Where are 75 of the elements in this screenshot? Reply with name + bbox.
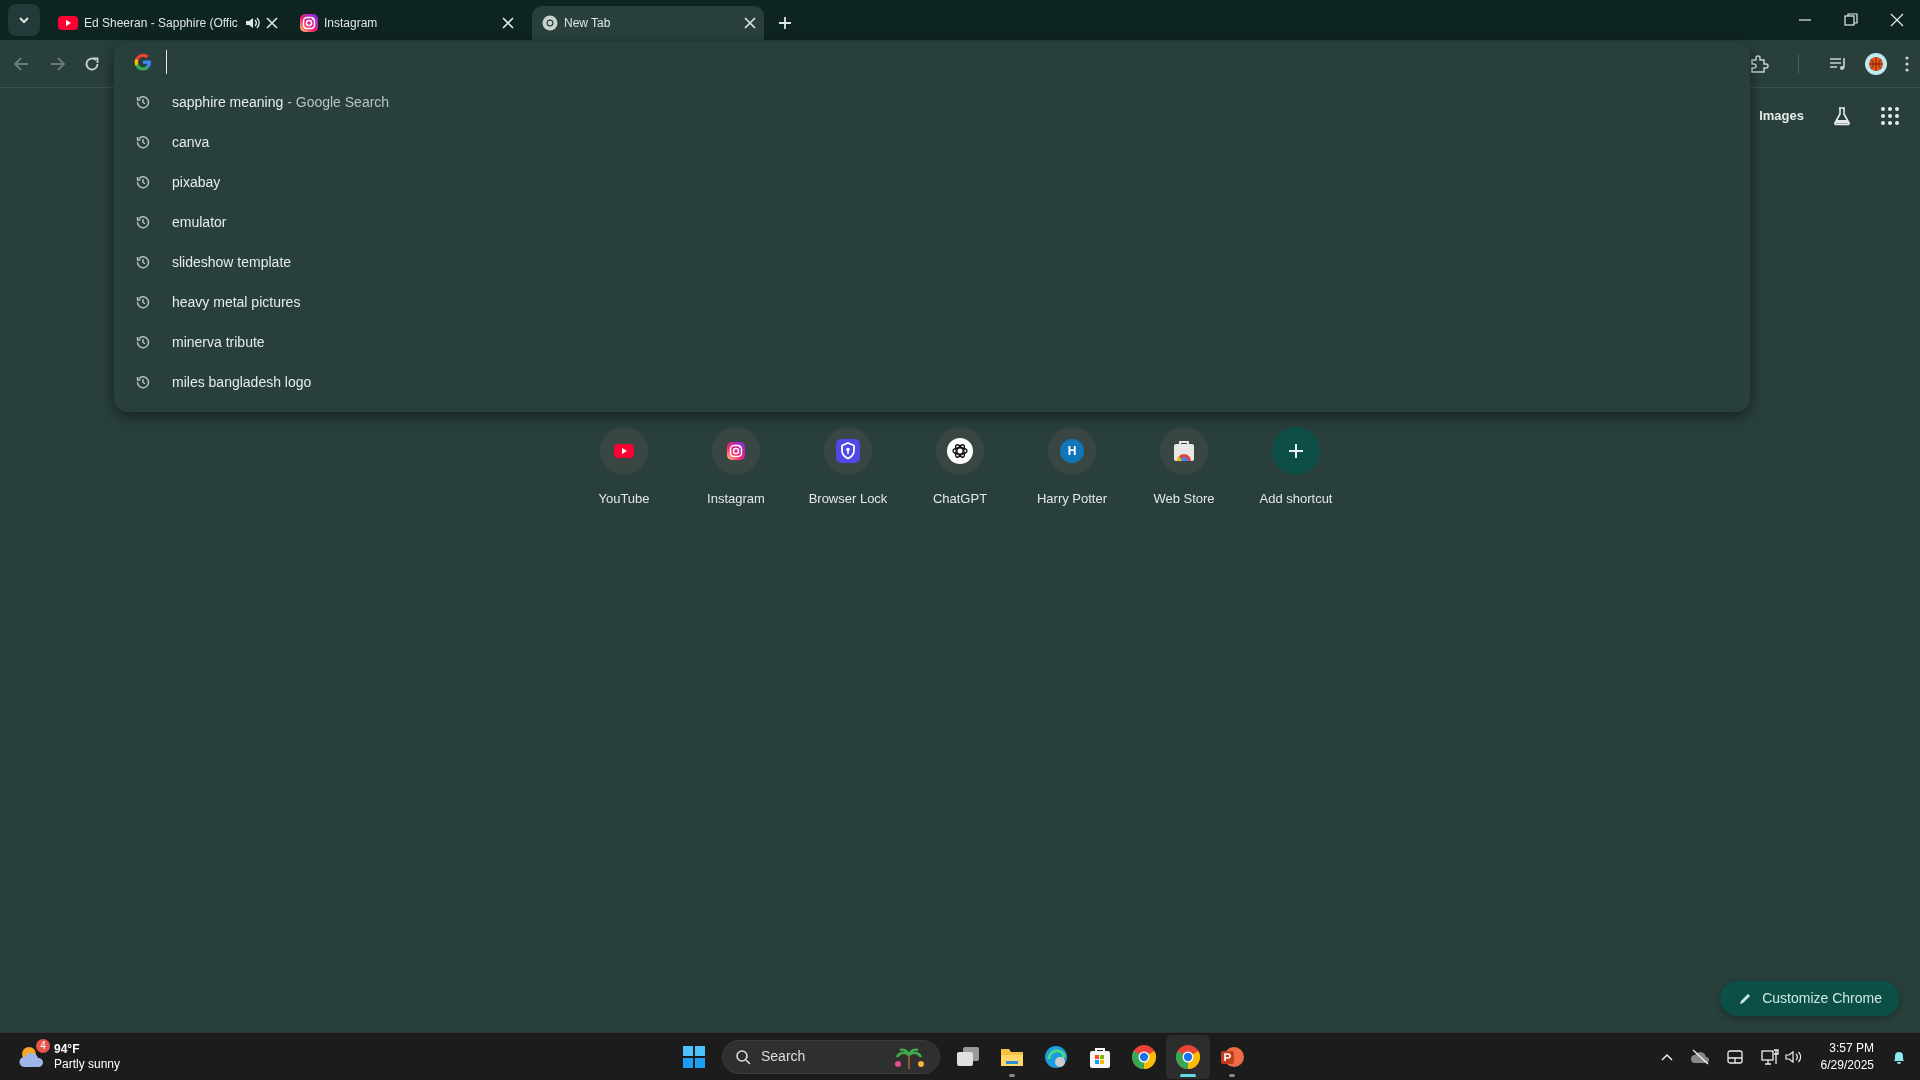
restore-icon[interactable] [1843,12,1859,28]
plus-icon [778,16,792,30]
history-icon [136,255,150,269]
suggestion-text[interactable]: minerva tribute [172,331,265,353]
cloud-off-icon[interactable] [1690,1048,1709,1065]
close-icon[interactable] [744,17,756,29]
history-icon [136,215,150,229]
close-icon[interactable] [265,17,278,29]
history-icon [136,135,150,149]
running-indicator [1180,1073,1196,1077]
camera-icon [727,442,745,460]
weather-condition-text: Partly sunny [54,1056,121,1072]
tab-search-button[interactable] [8,4,40,36]
browser-tab[interactable]: New Tab [532,6,764,40]
flask-icon[interactable] [1832,106,1852,126]
pencil-icon [1738,991,1753,1006]
suggestion-text[interactable]: heavy metal pictures [172,291,301,313]
close-icon[interactable] [1889,12,1905,28]
speaker-icon[interactable] [1784,1048,1803,1065]
chevron-up-icon[interactable] [1660,1052,1673,1061]
taskbar-search-field[interactable]: Search [722,1039,940,1074]
browser-logo-icon [1175,1043,1201,1070]
running-indicator [1229,1073,1235,1077]
keyboard-icon[interactable] [1726,1049,1743,1064]
suggestion-text[interactable]: emulator [172,211,227,233]
store-bag-icon [1172,439,1196,463]
ethernet-monitor-icon[interactable] [1760,1047,1779,1066]
suggestion-text[interactable]: slideshow template [172,251,292,273]
play-logo-icon [614,444,634,458]
shortcut-tile[interactable]: Instagram [680,427,792,509]
weather-badge: 4 [36,1038,50,1053]
play-icon [58,16,78,30]
browser-logo-icon [1131,1043,1157,1070]
clock[interactable]: 3:57 PM 6/29/2025 [1820,1040,1874,1073]
history-icon [136,375,150,389]
shortcut-tile[interactable]: Web Store [1128,427,1240,509]
temperature-text: 94°F [54,1041,81,1057]
suggestion-text[interactable]: miles bangladesh logo [172,371,312,393]
shortcut-tile[interactable]: ChatGPT [904,427,1016,509]
taskbar-app-button[interactable] [1166,1034,1210,1079]
customize-button[interactable]: Customize Chrome [1720,981,1900,1016]
shortcut-tile[interactable]: Browser Lock [792,427,904,509]
start-icon [681,1043,707,1070]
browser-wave-icon [1043,1043,1069,1070]
tab-title: New Tab [564,15,612,32]
shortcut-tile[interactable]: H Harry Potter [1016,427,1128,509]
close-icon[interactable] [502,17,514,29]
browser-tab[interactable]: Ed Sheeran - Sapphire (Offic [48,6,280,40]
tab-title: Ed Sheeran - Sapphire (Offic [84,15,238,32]
puzzle-icon[interactable] [1749,53,1769,74]
suggestion-text[interactable]: sapphire meaning - Google Search [172,91,390,113]
suggestion-text[interactable]: canva [172,131,210,153]
more-options-icon[interactable] [1904,54,1910,73]
chevron-down-icon [18,16,30,24]
browser-tab[interactable]: Instagram [290,6,522,40]
apps-grid-icon[interactable] [1880,106,1900,126]
google-logo-icon [134,53,152,71]
browser-logo-icon [542,15,558,31]
running-indicator [1009,1073,1015,1077]
history-icon [136,95,150,109]
basketball-avatar-icon[interactable] [1865,52,1887,75]
new-tab-button[interactable] [778,16,792,30]
search-icon [735,1048,751,1065]
history-icon [136,335,150,349]
shield-lock-icon [836,439,860,463]
images-link[interactable]: Images [1759,106,1804,126]
suggestion-text[interactable]: pixabay [172,171,221,193]
history-icon [136,175,150,189]
tab-title: Instagram [324,15,379,32]
camera-icon [300,14,318,32]
shortcut-tile[interactable]: YouTube [568,427,680,509]
shortcut-tile[interactable]: Add shortcut [1240,427,1352,509]
letter-icon: H [1060,439,1084,463]
plus-icon [1288,443,1304,459]
history-icon [136,295,150,309]
